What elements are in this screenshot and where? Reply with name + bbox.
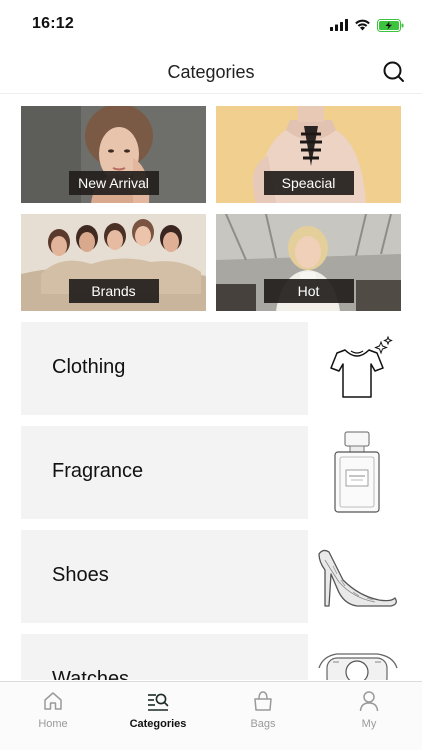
category-label: Shoes: [52, 564, 109, 586]
high-heel-icon: [318, 549, 397, 607]
category-card: Clothing: [21, 322, 308, 415]
battery-icon: [377, 18, 404, 32]
home-icon: [44, 692, 62, 710]
page-title: Categories: [167, 62, 255, 82]
tile-label: New Arrival: [68, 171, 159, 195]
tab-label: My: [361, 718, 377, 730]
tab-categories[interactable]: Categories: [116, 682, 200, 750]
tshirt-icon: [330, 335, 393, 398]
category-content[interactable]: New Arrival Speacial Brands Hot Clothing…: [0, 95, 422, 680]
tile-special[interactable]: Speacial: [216, 106, 401, 203]
search-button[interactable]: [382, 60, 406, 84]
tile-hot[interactable]: Hot: [216, 214, 401, 311]
tab-label: Home: [38, 718, 68, 730]
bag-icon: [254, 691, 272, 711]
status-time: 16:12: [32, 15, 74, 32]
status-bar: 16:12: [0, 0, 422, 50]
wifi-icon: [355, 19, 370, 31]
category-shoes[interactable]: Shoes: [21, 530, 402, 623]
category-label: Clothing: [52, 356, 126, 378]
status-icons: [330, 16, 404, 34]
category-card: Watches: [21, 634, 308, 680]
perfume-bottle-icon: [334, 431, 380, 513]
tile-label: Speacial: [263, 171, 354, 195]
signal-icon: [330, 19, 348, 31]
tile-brands[interactable]: Brands: [21, 214, 206, 311]
tab-label: Bags: [250, 718, 276, 730]
tab-bar: Home Categories Bags My: [0, 681, 422, 750]
tab-my[interactable]: My: [327, 682, 411, 750]
tab-home[interactable]: Home: [11, 682, 95, 750]
category-fragrance[interactable]: Fragrance: [21, 426, 402, 519]
category-card: Fragrance: [21, 426, 308, 519]
watch-icon: [318, 653, 398, 680]
search-icon: [383, 61, 404, 82]
nav-bar: Categories: [0, 50, 422, 94]
tile-label: Hot: [263, 279, 354, 303]
categories-search-icon: [148, 693, 169, 711]
category-watches[interactable]: Watches: [21, 634, 402, 680]
category-label: Watches: [52, 668, 130, 680]
tile-label: Brands: [68, 279, 159, 303]
tab-bags[interactable]: Bags: [221, 682, 305, 750]
category-clothing[interactable]: Clothing: [21, 322, 402, 415]
category-card: Shoes: [21, 530, 308, 623]
tile-new-arrival[interactable]: New Arrival: [21, 106, 206, 203]
tab-label: Categories: [129, 718, 187, 730]
profile-icon: [359, 691, 379, 712]
category-label: Fragrance: [52, 460, 144, 482]
